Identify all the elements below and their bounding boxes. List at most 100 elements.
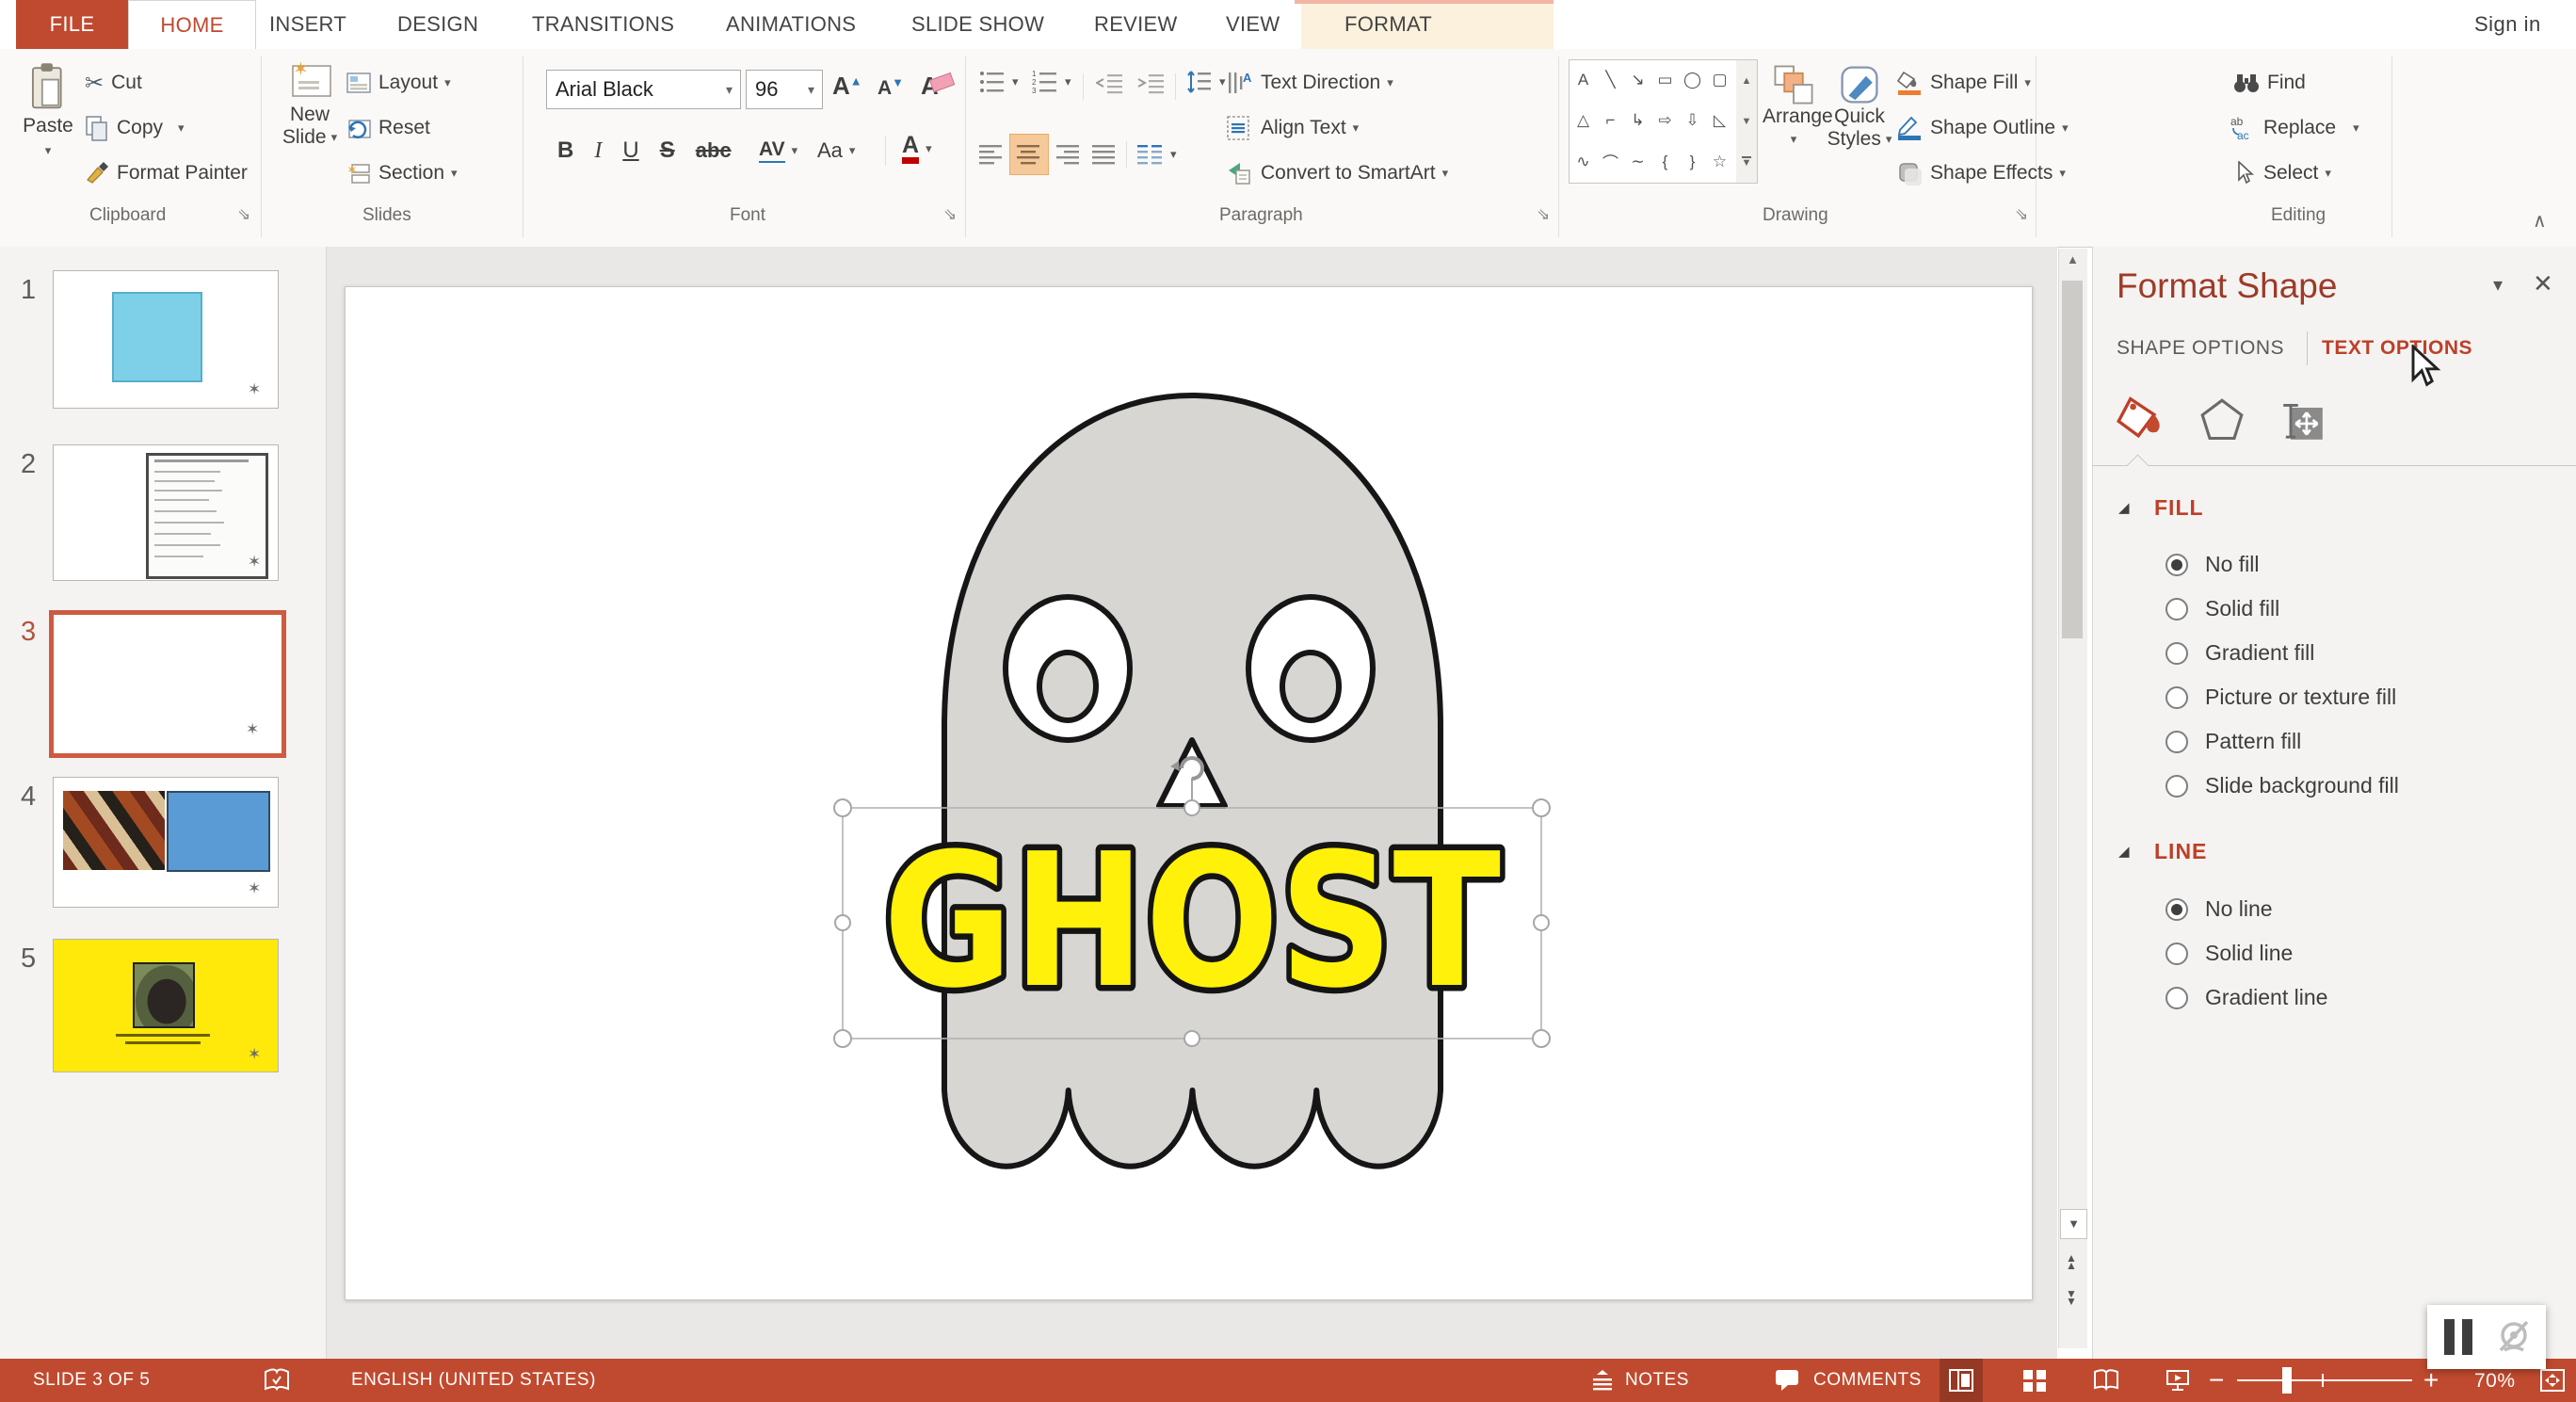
font-color-button[interactable]: A ▾ bbox=[902, 130, 932, 168]
collapse-ribbon-button[interactable]: ∧ bbox=[2533, 209, 2547, 233]
gradient-fill-label[interactable]: Gradient fill bbox=[2205, 640, 2314, 666]
convert-smartart-button[interactable]: Convert to SmartArt ▾ bbox=[1227, 156, 1448, 190]
tab-slide-show[interactable]: SLIDE SHOW bbox=[898, 0, 1057, 49]
shape-down-arrow[interactable]: ⇩ bbox=[1679, 101, 1706, 140]
shape-gallery-scroll[interactable]: ▲ ▼ ▼ bbox=[1736, 59, 1758, 184]
shape-outline-button[interactable]: Shape Outline ▾ bbox=[1896, 111, 2069, 145]
scrollbar-thumb[interactable] bbox=[2062, 281, 2083, 638]
arrange-button[interactable]: Arrange ▾ bbox=[1763, 58, 1825, 186]
next-slide-button[interactable]: ▼▼ bbox=[2066, 1290, 2077, 1305]
text-effects-icon[interactable] bbox=[2198, 395, 2246, 444]
line-spacing-caret[interactable]: ▾ bbox=[1219, 74, 1226, 89]
bullets-button[interactable]: ▾ bbox=[979, 70, 1019, 94]
pause-icon-bar1[interactable] bbox=[2444, 1319, 2455, 1355]
copy-dropdown-caret[interactable]: ▾ bbox=[178, 121, 185, 136]
shape-arc[interactable]: ⌒ bbox=[1597, 142, 1624, 182]
slide-content[interactable] bbox=[345, 286, 2031, 1298]
select-button[interactable]: Select ▾ bbox=[2233, 156, 2331, 190]
shape-curve[interactable]: ∼ bbox=[1624, 142, 1651, 182]
view-slide-sorter-button[interactable] bbox=[2013, 1359, 2056, 1402]
pane-menu-caret-icon[interactable]: ▾ bbox=[2493, 273, 2503, 297]
notes-button[interactable]: NOTES bbox=[1625, 1370, 1689, 1391]
shape-triangle[interactable]: △ bbox=[1570, 101, 1597, 140]
radio-pattern-fill[interactable] bbox=[2165, 731, 2188, 753]
shape-arrow[interactable]: ↘ bbox=[1624, 60, 1651, 100]
decrease-font-size-button[interactable]: A▼ bbox=[877, 75, 904, 100]
tab-insert[interactable]: INSERT bbox=[256, 0, 360, 49]
tab-view[interactable]: VIEW bbox=[1213, 0, 1293, 49]
radio-solid-fill[interactable] bbox=[2165, 598, 2188, 620]
shape-star[interactable]: ☆ bbox=[1706, 142, 1733, 182]
change-case-button[interactable]: Aa ▾ bbox=[817, 132, 855, 169]
radio-solid-line[interactable] bbox=[2165, 943, 2188, 965]
paste-button[interactable]: Paste ▾ bbox=[21, 58, 75, 181]
columns-button[interactable]: ▾ bbox=[1137, 143, 1177, 166]
no-fill-label[interactable]: No fill bbox=[2205, 552, 2260, 577]
shape-rounded-rectangle[interactable]: ▢ bbox=[1706, 60, 1733, 100]
zoom-slider-track[interactable] bbox=[2237, 1379, 2412, 1381]
tab-shape-options[interactable]: SHAPE OPTIONS bbox=[2117, 337, 2284, 360]
solid-line-label[interactable]: Solid line bbox=[2205, 941, 2293, 966]
gallery-more-icon[interactable]: ▼ bbox=[1742, 156, 1752, 168]
font-dialog-launcher[interactable]: ⇘ bbox=[943, 205, 957, 224]
tab-animations[interactable]: ANIMATIONS bbox=[713, 0, 869, 49]
bullets-caret[interactable]: ▾ bbox=[1012, 74, 1019, 89]
fill-collapse-icon[interactable]: ◢ bbox=[2118, 499, 2130, 516]
zoom-out-button[interactable]: − bbox=[2209, 1365, 2224, 1395]
language-indicator[interactable]: ENGLISH (UNITED STATES) bbox=[351, 1370, 596, 1391]
spell-check-icon[interactable] bbox=[262, 1366, 292, 1394]
character-spacing-button[interactable]: AV ▾ bbox=[759, 132, 797, 169]
view-slideshow-button[interactable] bbox=[2156, 1359, 2199, 1402]
columns-caret[interactable]: ▾ bbox=[1170, 147, 1177, 162]
fill-section-header[interactable]: FILL bbox=[2154, 495, 2204, 521]
shape-effects-button[interactable]: Shape Effects ▾ bbox=[1896, 156, 2066, 190]
text-fill-outline-icon[interactable] bbox=[2115, 394, 2167, 446]
scroll-down-button[interactable]: ▼ bbox=[2060, 1209, 2087, 1239]
gradient-line-label[interactable]: Gradient line bbox=[2205, 985, 2327, 1010]
quick-styles-button[interactable]: Quick Styles ▾ bbox=[1827, 58, 1892, 186]
gallery-scroll-down-icon[interactable]: ▼ bbox=[1742, 116, 1752, 127]
new-slide-button[interactable]: ✶ New Slide ▾ bbox=[277, 58, 343, 186]
cut-button[interactable]: ✂ Cut bbox=[85, 66, 142, 100]
textbox-options-icon[interactable] bbox=[2278, 395, 2327, 444]
underline-button[interactable]: U bbox=[622, 137, 638, 164]
handle-top-left[interactable] bbox=[834, 799, 851, 816]
slide-indicator[interactable]: SLIDE 3 OF 5 bbox=[33, 1370, 150, 1391]
handle-bottom-center[interactable] bbox=[1184, 1031, 1199, 1046]
radio-picture-fill[interactable] bbox=[2165, 686, 2188, 709]
gallery-scroll-up-icon[interactable]: ▲ bbox=[1742, 75, 1752, 87]
font-name-caret[interactable]: ▾ bbox=[718, 82, 740, 98]
decrease-indent-button[interactable] bbox=[1096, 72, 1124, 94]
thumbnail-3-selected[interactable]: ✶ bbox=[49, 610, 286, 758]
handle-bottom-left[interactable] bbox=[834, 1030, 851, 1047]
no-line-label[interactable]: No line bbox=[2205, 896, 2273, 922]
previous-slide-button[interactable]: ▲▲ bbox=[2066, 1254, 2077, 1269]
font-size-caret[interactable]: ▾ bbox=[800, 82, 822, 98]
solid-fill-label[interactable]: Solid fill bbox=[2205, 596, 2279, 621]
view-reading-button[interactable] bbox=[2085, 1359, 2128, 1402]
align-text-button[interactable]: Align Text ▾ bbox=[1227, 111, 1359, 145]
pane-close-icon[interactable]: ✕ bbox=[2533, 269, 2553, 298]
line-section-header[interactable]: LINE bbox=[2154, 839, 2207, 864]
radio-gradient-fill[interactable] bbox=[2165, 642, 2188, 665]
picture-fill-label[interactable]: Picture or texture fill bbox=[2205, 685, 2396, 710]
handle-mid-right[interactable] bbox=[1534, 915, 1549, 930]
shape-right-arrow[interactable]: ⇨ bbox=[1651, 101, 1679, 140]
numbering-button[interactable]: 1 2 3 ▾ bbox=[1032, 70, 1071, 94]
thumbnail-5[interactable]: ✶ bbox=[53, 939, 279, 1072]
find-button[interactable]: Find bbox=[2233, 66, 2306, 100]
tab-format[interactable]: FORMAT bbox=[1331, 0, 1445, 49]
line-spacing-button[interactable]: ▾ bbox=[1186, 70, 1226, 94]
paste-dropdown-caret[interactable]: ▾ bbox=[21, 143, 75, 158]
radio-no-line[interactable] bbox=[2165, 898, 2188, 921]
copy-button[interactable]: Copy ▾ bbox=[85, 111, 185, 145]
font-color-caret[interactable]: ▾ bbox=[926, 141, 932, 156]
align-right-button[interactable] bbox=[1056, 143, 1081, 166]
shape-fill-button[interactable]: Shape Fill ▾ bbox=[1896, 66, 2031, 100]
handle-top-right[interactable] bbox=[1533, 799, 1550, 816]
line-collapse-icon[interactable]: ◢ bbox=[2118, 843, 2130, 860]
comments-button[interactable]: COMMENTS bbox=[1813, 1370, 1922, 1391]
zoom-in-button[interactable]: + bbox=[2423, 1365, 2439, 1395]
sign-in-link[interactable]: Sign in bbox=[2474, 12, 2541, 37]
handle-bottom-right[interactable] bbox=[1533, 1030, 1550, 1047]
